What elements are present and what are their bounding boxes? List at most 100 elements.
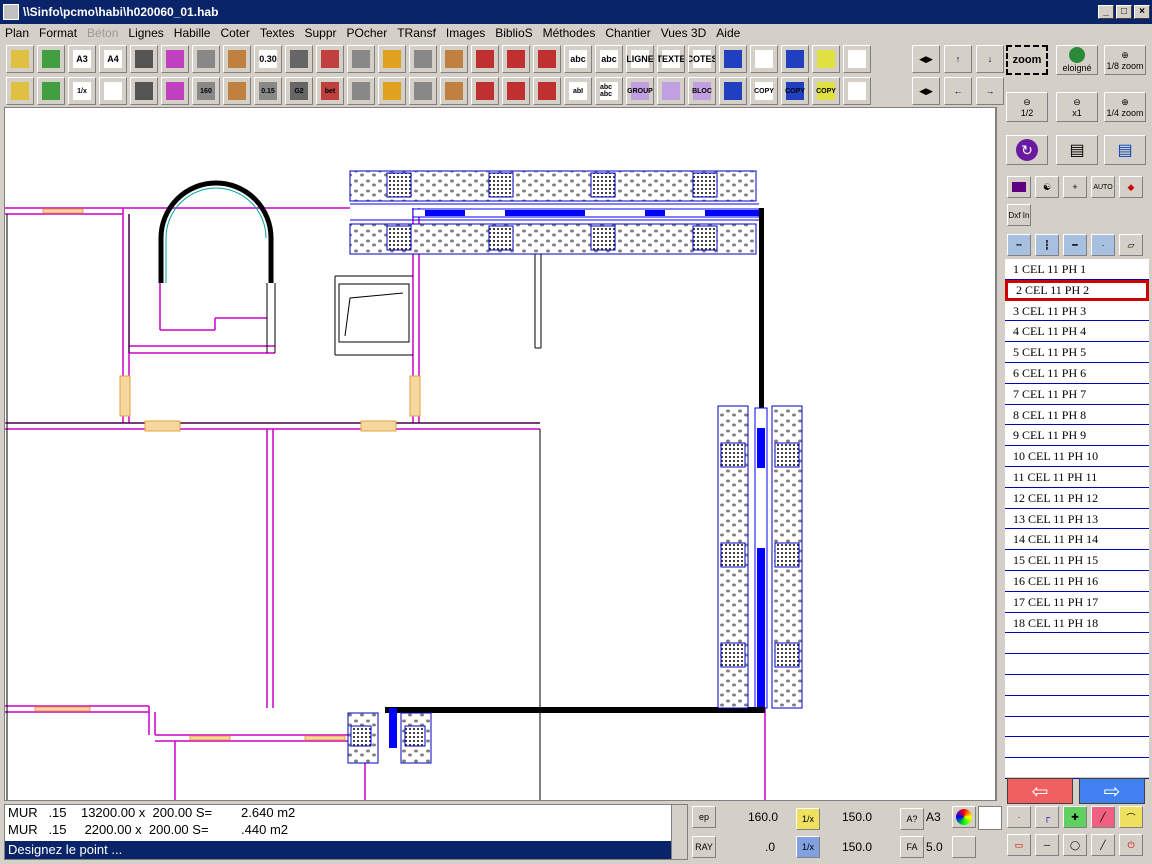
- row1-tool-27-button[interactable]: [812, 45, 840, 73]
- row2-tool-9-button[interactable]: 0.15: [254, 77, 282, 105]
- row2-tool-2-button[interactable]: [37, 77, 65, 105]
- phase-item[interactable]: 10 CEL 11 PH 10: [1005, 446, 1149, 467]
- row2-tool-12-button[interactable]: [347, 77, 375, 105]
- layers-button[interactable]: [1007, 176, 1031, 198]
- zoom-button[interactable]: zoom: [1006, 45, 1048, 75]
- row2-tool-11-button[interactable]: bet: [316, 77, 344, 105]
- phase-item[interactable]: 12 CEL 11 PH 12: [1005, 488, 1149, 509]
- pan-2-button[interactable]: ↑: [944, 45, 972, 73]
- eloigne-button[interactable]: eloigné: [1056, 45, 1098, 75]
- auto-button[interactable]: AUTO: [1091, 176, 1115, 198]
- zoom-1-4-button[interactable]: ⊕ 1/4 zoom: [1104, 92, 1146, 122]
- inverse-2-button[interactable]: 1/x: [796, 836, 820, 858]
- color-wheel-button[interactable]: [952, 806, 976, 828]
- prev-button[interactable]: ⇦: [1007, 778, 1073, 804]
- menu-m-thodes[interactable]: Méthodes: [538, 26, 601, 40]
- crosshair-button[interactable]: +: [1063, 176, 1087, 198]
- arc-snap-button[interactable]: ⌒: [1119, 806, 1143, 828]
- zoom-x1-button[interactable]: ⊖ x1: [1056, 92, 1098, 122]
- row2-tool-15-button[interactable]: [440, 77, 468, 105]
- print-button[interactable]: ▤: [1056, 135, 1098, 165]
- snap-point-button[interactable]: ·: [1091, 234, 1115, 256]
- refresh-button[interactable]: ↻: [1006, 135, 1048, 165]
- phase-item[interactable]: [1005, 633, 1149, 655]
- phase-item[interactable]: [1005, 717, 1149, 738]
- row2-tool-19-button[interactable]: abI: [564, 77, 592, 105]
- row2-tool-16-button[interactable]: [471, 77, 499, 105]
- row1-tool-23-button[interactable]: COTES: [688, 45, 716, 73]
- row2-tool-14-button[interactable]: [409, 77, 437, 105]
- pan-4-button[interactable]: ◀▶: [912, 77, 940, 105]
- row1-tool-20-button[interactable]: abc: [595, 45, 623, 73]
- fa-button[interactable]: FA: [900, 836, 924, 858]
- row2-tool-18-button[interactable]: [533, 77, 561, 105]
- menu-coter[interactable]: Coter: [215, 26, 254, 40]
- row1-tool-5-button[interactable]: [130, 45, 158, 73]
- phase-item[interactable]: 3 CEL 11 PH 3: [1005, 301, 1149, 322]
- menu-images[interactable]: Images: [441, 26, 490, 40]
- menu-suppr[interactable]: Suppr: [300, 26, 342, 40]
- format-query-button[interactable]: A?: [900, 808, 924, 830]
- blank-button[interactable]: [952, 836, 976, 858]
- menu-b-ton[interactable]: Béton: [82, 26, 123, 40]
- row2-tool-26-button[interactable]: COPY: [781, 77, 809, 105]
- phase-item[interactable]: 1 CEL 11 PH 1: [1005, 259, 1149, 280]
- row2-tool-22-button[interactable]: [657, 77, 685, 105]
- inverse-button[interactable]: 1/x: [796, 808, 820, 830]
- paint-button[interactable]: ◆: [1119, 176, 1143, 198]
- pan-5-button[interactable]: ←: [944, 77, 972, 105]
- phase-item[interactable]: 2 CEL 11 PH 2: [1005, 279, 1149, 301]
- phase-item[interactable]: [1005, 654, 1149, 675]
- maximize-button[interactable]: □: [1116, 5, 1132, 19]
- phase-item[interactable]: 17 CEL 11 PH 17: [1005, 592, 1149, 613]
- next-button[interactable]: ⇨: [1079, 778, 1145, 804]
- row2-tool-28-button[interactable]: [843, 77, 871, 105]
- row1-tool-22-button[interactable]: TEXTE: [657, 45, 685, 73]
- row2-tool-17-button[interactable]: [502, 77, 530, 105]
- close-button[interactable]: ×: [1134, 5, 1150, 19]
- zoom-1-2-button[interactable]: ⊖ 1/2: [1006, 92, 1048, 122]
- row1-tool-15-button[interactable]: [440, 45, 468, 73]
- row1-tool-3-button[interactable]: A3: [68, 45, 96, 73]
- row1-tool-12-button[interactable]: [347, 45, 375, 73]
- row2-tool-20-button[interactable]: abc abc: [595, 77, 623, 105]
- diagonal-button[interactable]: ╱: [1091, 834, 1115, 856]
- corner-snap-button[interactable]: ┌: [1035, 806, 1059, 828]
- snap-v-button[interactable]: ┇: [1035, 234, 1059, 256]
- row1-tool-2-button[interactable]: [37, 45, 65, 73]
- phase-item[interactable]: [1005, 737, 1149, 759]
- menu-lignes[interactable]: Lignes: [123, 26, 168, 40]
- drawing-canvas[interactable]: [4, 107, 996, 801]
- row1-tool-19-button[interactable]: abc: [564, 45, 592, 73]
- row1-tool-16-button[interactable]: [471, 45, 499, 73]
- zoom-1-8-button[interactable]: ⊕ 1/8 zoom: [1104, 45, 1146, 75]
- row1-tool-21-button[interactable]: LIGNE: [626, 45, 654, 73]
- row2-tool-24-button[interactable]: [719, 77, 747, 105]
- row2-tool-13-button[interactable]: [378, 77, 406, 105]
- menu-transf[interactable]: TRansf: [392, 26, 441, 40]
- menu-biblios[interactable]: BiblioS: [490, 26, 537, 40]
- row1-tool-18-button[interactable]: [533, 45, 561, 73]
- phase-item[interactable]: 14 CEL 11 PH 14: [1005, 529, 1149, 551]
- phase-item[interactable]: 8 CEL 11 PH 8: [1005, 405, 1149, 426]
- phase-item[interactable]: 13 CEL 11 PH 13: [1005, 509, 1149, 530]
- pan-3-button[interactable]: ↓: [976, 45, 1004, 73]
- tangent-button[interactable]: ◯: [1063, 834, 1087, 856]
- row1-tool-7-button[interactable]: [192, 45, 220, 73]
- phase-item[interactable]: [1005, 758, 1149, 779]
- row1-tool-17-button[interactable]: [502, 45, 530, 73]
- menu-habille[interactable]: Habille: [169, 26, 216, 40]
- yin-yang-button[interactable]: ☯: [1035, 176, 1059, 198]
- row1-tool-14-button[interactable]: [409, 45, 437, 73]
- row2-tool-6-button[interactable]: [161, 77, 189, 105]
- menu-chantier[interactable]: Chantier: [600, 26, 655, 40]
- row2-tool-3-button[interactable]: 1/x: [68, 77, 96, 105]
- phase-item[interactable]: 6 CEL 11 PH 6: [1005, 363, 1149, 384]
- phase-item[interactable]: [1005, 675, 1149, 696]
- row1-tool-11-button[interactable]: [316, 45, 344, 73]
- row2-tool-1-button[interactable]: [6, 77, 34, 105]
- dxf-in-button[interactable]: Dxf In: [1007, 204, 1031, 226]
- phase-item[interactable]: 9 CEL 11 PH 9: [1005, 425, 1149, 447]
- row1-tool-13-button[interactable]: [378, 45, 406, 73]
- menu-format[interactable]: Format: [34, 26, 82, 40]
